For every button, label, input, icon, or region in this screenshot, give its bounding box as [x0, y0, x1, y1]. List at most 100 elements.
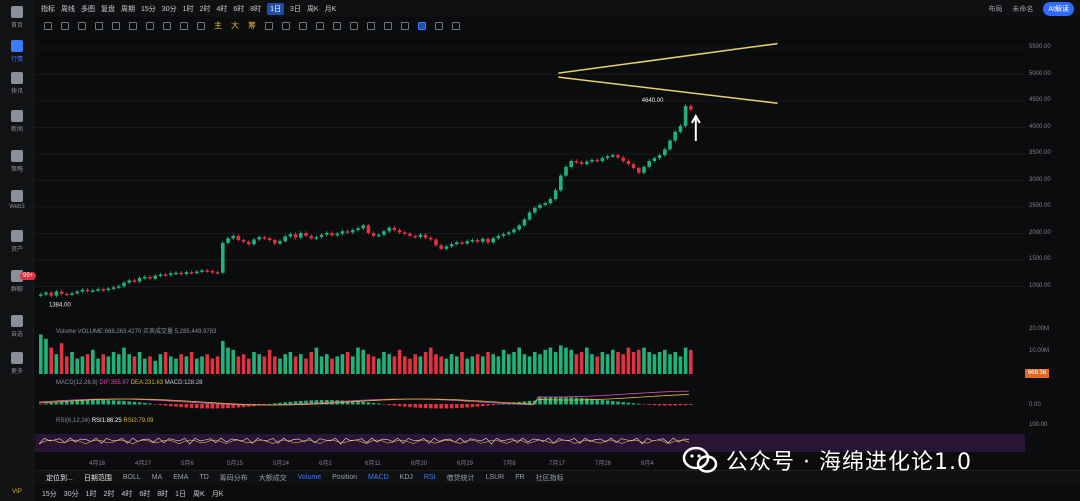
top-toolbar: 指标 周线 多图 复盘 周期 15分 30分 1时 2时 4时 6时 8时 1日 3日 周K 月K 布局 未命名 A… [35, 0, 1080, 17]
draw-tool-icon[interactable] [316, 21, 324, 30]
volume-bar [143, 358, 147, 374]
sidebar-item-8[interactable]: 自选 [0, 315, 34, 338]
sidebar-item-2[interactable]: 快讯 [0, 72, 34, 95]
period-button[interactable]: 周K [193, 489, 205, 499]
draw-tool-icon[interactable] [367, 21, 375, 30]
indicator-tab[interactable]: 大额成交 [259, 473, 287, 483]
topbar-item[interactable]: 多图 [81, 4, 95, 14]
indicator-tab[interactable]: FR [515, 474, 524, 481]
topbar-item[interactable]: 15分 [141, 4, 156, 14]
indicator-tool[interactable]: 筹 [248, 20, 256, 31]
candle-body [101, 289, 105, 291]
indicator-tab[interactable]: Position [332, 474, 357, 481]
volume-bar [543, 349, 547, 374]
period-button[interactable]: 4时 [121, 489, 132, 499]
indicator-tab[interactable]: LSUR [486, 474, 505, 481]
draw-tool-icon[interactable] [44, 21, 52, 30]
rsi-pane-label: RSI(6,12,24) RSI1:86.25 RSI2:79.09 [56, 418, 153, 424]
sidebar-item-5[interactable]: Web3 [0, 190, 34, 210]
draw-tool-icon[interactable] [146, 21, 154, 30]
account-name[interactable]: 未命名 [1012, 4, 1033, 14]
draw-tool-icon[interactable] [61, 21, 69, 30]
topbar-item[interactable]: 1时 [183, 4, 194, 14]
draw-tool-icon[interactable] [452, 21, 460, 30]
indicator-tab[interactable]: KDJ [400, 474, 413, 481]
draw-tool-icon[interactable] [384, 21, 392, 30]
indicator-tab[interactable]: EMA [173, 474, 188, 481]
indicator-tab[interactable]: 借贷统计 [447, 473, 475, 483]
sidebar-item-0[interactable]: 首页 [0, 6, 34, 29]
indicator-left-control[interactable]: 定位到... [46, 473, 73, 483]
draw-tool-icon[interactable] [299, 21, 307, 30]
volume-bar [559, 345, 563, 374]
draw-tool-icon[interactable] [180, 21, 188, 30]
indicator-tab[interactable]: MA [152, 474, 163, 481]
period-button[interactable]: 月K [212, 489, 224, 499]
topbar-item[interactable]: 8时 [250, 4, 261, 14]
period-button[interactable]: 2时 [104, 489, 115, 499]
macd-bar [403, 404, 407, 407]
indicator-tab[interactable]: TD [199, 474, 208, 481]
topbar-item[interactable]: 复盘 [101, 4, 115, 14]
date-tick: 6月11 [365, 461, 381, 467]
volume-bar [351, 356, 355, 374]
indicator-tab[interactable]: MACD [368, 474, 389, 481]
vip-label[interactable]: VIP [0, 489, 34, 495]
draw-tool-icon[interactable] [78, 21, 86, 30]
draw-tool-icon[interactable] [95, 21, 103, 30]
draw-tool-icon[interactable] [350, 21, 358, 30]
draw-tool-icon[interactable] [418, 21, 426, 30]
indicator-tab[interactable]: 社区指标 [536, 473, 564, 483]
channel-lower-line[interactable] [558, 76, 778, 104]
indicator-tool[interactable]: 大 [231, 20, 239, 31]
draw-tool-icon[interactable] [401, 21, 409, 30]
draw-tool-icon[interactable] [265, 21, 273, 30]
draw-tool-icon[interactable] [282, 21, 290, 30]
sidebar-item-4[interactable]: 策略 [0, 150, 34, 173]
ai-button[interactable]: AI解读 [1043, 2, 1074, 16]
volume-bar [200, 356, 204, 374]
sidebar-item-1[interactable]: 行情 [0, 40, 34, 63]
macd-bar [54, 402, 59, 405]
indicator-tab[interactable]: BOLL [123, 474, 141, 481]
period-button[interactable]: 1时 [86, 489, 97, 499]
period-button[interactable]: 15分 [42, 489, 57, 499]
topbar-item[interactable]: 指标 [41, 4, 55, 14]
topbar-item[interactable]: 1日 [267, 2, 285, 15]
sidebar-item-3[interactable]: 新闻 [0, 110, 34, 133]
indicator-tab[interactable]: 筹码分布 [220, 473, 248, 483]
wechat-watermark: 公众号 · 海绵进化论1.0 [682, 444, 972, 476]
topbar-item[interactable]: 4时 [216, 4, 227, 14]
sidebar-item-6[interactable]: 资产 [0, 230, 34, 253]
draw-tool-icon[interactable] [129, 21, 137, 30]
period-button[interactable]: 6时 [139, 489, 150, 499]
indicator-tab[interactable]: RSI [424, 474, 436, 481]
topbar-item[interactable]: 30分 [162, 4, 177, 14]
chart-canvas[interactable]: 4640.00 1384.00 [35, 34, 1025, 454]
indicator-tool[interactable]: 主 [214, 20, 222, 31]
candle-body [371, 232, 376, 236]
draw-tool-icon[interactable] [112, 21, 120, 30]
sidebar-item-9[interactable]: 更多 [0, 352, 34, 375]
indicator-tab[interactable]: Volume [298, 474, 321, 481]
draw-tool-icon[interactable] [435, 21, 443, 30]
draw-tool-icon[interactable] [333, 21, 341, 30]
period-button[interactable]: 8时 [157, 489, 168, 499]
period-button[interactable]: 30分 [64, 489, 79, 499]
layout-button[interactable]: 布局 [988, 4, 1002, 14]
draw-tool-icon[interactable] [163, 21, 171, 30]
candle-body [522, 219, 527, 226]
topbar-item[interactable]: 周K [307, 4, 319, 14]
topbar-item[interactable]: 3日 [290, 4, 301, 14]
topbar-item[interactable]: 周期 [121, 4, 135, 14]
candle-body [366, 225, 371, 233]
draw-tool-icon[interactable] [197, 21, 205, 30]
volume-bar [382, 352, 386, 374]
topbar-item[interactable]: 周线 [61, 4, 75, 14]
topbar-item[interactable]: 2时 [200, 4, 211, 14]
volume-bar [189, 352, 194, 374]
topbar-item[interactable]: 月K [325, 4, 337, 14]
indicator-left-control[interactable]: 日期范围 [84, 473, 112, 483]
topbar-item[interactable]: 6时 [233, 4, 244, 14]
period-button[interactable]: 1日 [175, 489, 186, 499]
